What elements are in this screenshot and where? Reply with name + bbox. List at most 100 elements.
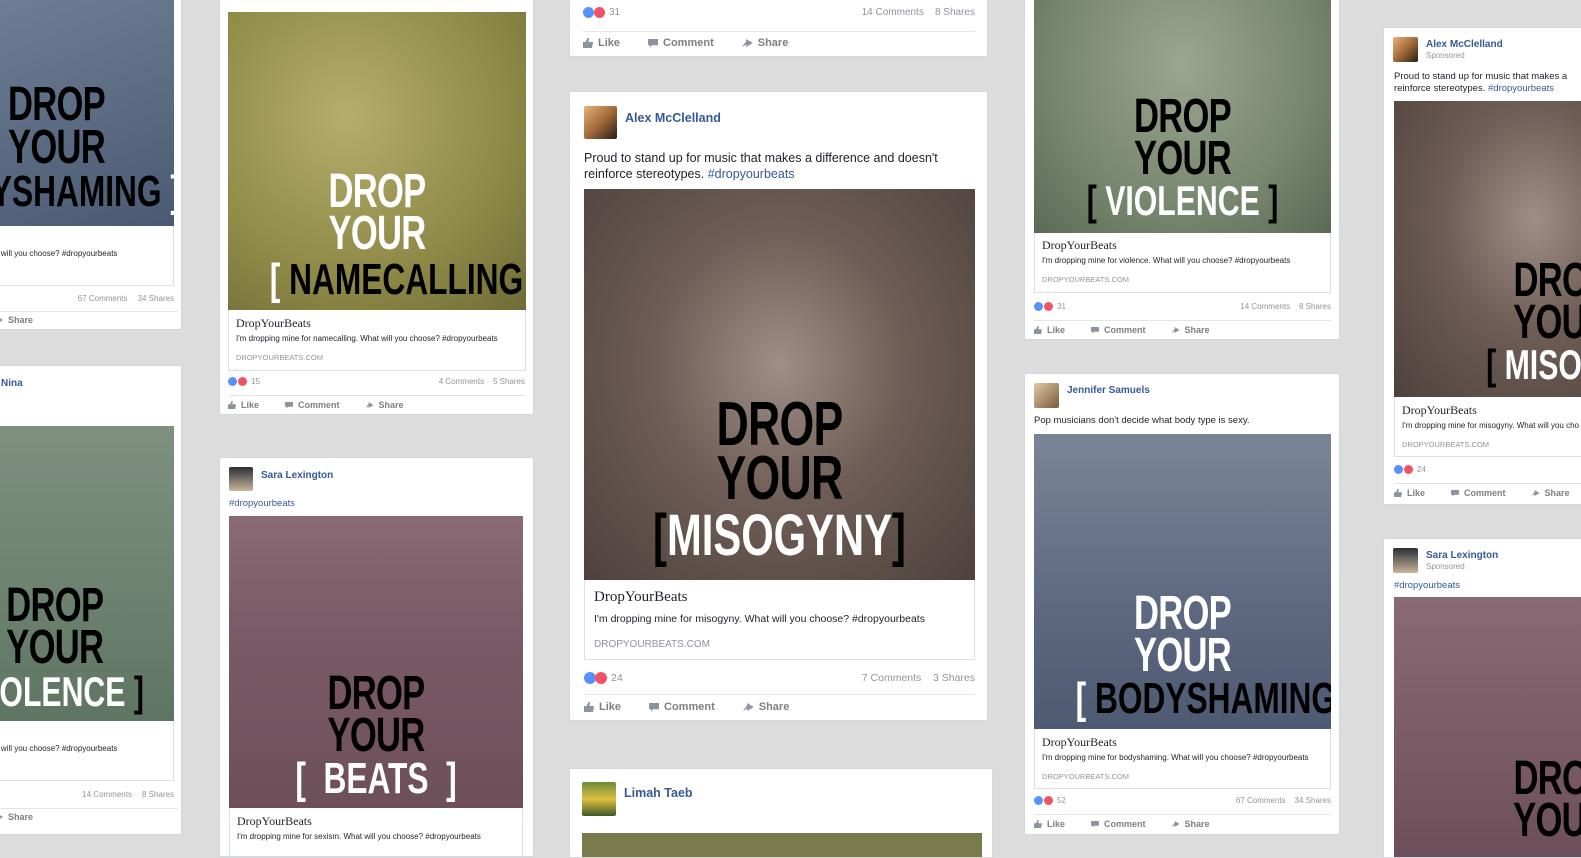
- author-name[interactable]: Nina: [1, 378, 23, 389]
- post-caption: Proud to stand up for music that makes a…: [584, 151, 938, 182]
- avatar[interactable]: [1034, 383, 1059, 408]
- post-image[interactable]: DROP YOUR [ BEATS ]: [229, 516, 523, 808]
- share-button[interactable]: Share: [1531, 488, 1570, 498]
- link-title: DropYourBeats: [594, 589, 688, 605]
- share-icon: [0, 814, 3, 820]
- author-name[interactable]: Sara Lexington: [1426, 550, 1498, 561]
- post-image[interactable]: DRO YOU: [1394, 597, 1581, 857]
- shares-count[interactable]: 34 Shares: [138, 294, 174, 303]
- post-image[interactable]: DROP YOUR [ VIOLENCE ]: [1034, 0, 1331, 233]
- comment-button[interactable]: Comment: [1451, 488, 1506, 498]
- post-image[interactable]: DRO YOU [ MISOGY: [1394, 101, 1581, 397]
- shares-count[interactable]: 8 Shares: [142, 790, 174, 799]
- avatar[interactable]: [1393, 37, 1418, 62]
- like-button[interactable]: Like: [1034, 819, 1065, 829]
- link-preview[interactable]: at will you choose? #dropyourbeats: [0, 721, 174, 781]
- thumbs-up-icon: [228, 401, 236, 409]
- link-preview[interactable]: DropYourBeats I'm dropping mine for name…: [228, 310, 526, 371]
- link-preview[interactable]: DropYourBeats I'm dropping mine for miso…: [1394, 397, 1581, 457]
- link-preview[interactable]: DropYourBeats I'm dropping mine for sexi…: [229, 808, 523, 856]
- comment-button[interactable]: Comment: [648, 37, 714, 49]
- reactions[interactable]: 15: [228, 377, 260, 386]
- comment-button[interactable]: Comment: [285, 400, 340, 410]
- image-word: VIOLENCE: [1105, 177, 1260, 224]
- image-your-text: YOUR: [6, 621, 104, 674]
- share-icon: [742, 703, 754, 711]
- image-bracket-word: [ BODYSHAMING ]: [1076, 674, 1331, 724]
- comments-count[interactable]: 7 Comments: [862, 672, 922, 684]
- post-stats: 24: [1394, 465, 1581, 474]
- share-button[interactable]: Share: [741, 37, 788, 49]
- hashtag-link[interactable]: #dropyourbeats: [1488, 83, 1554, 94]
- link-description: I'm dropping mine for violence. What wil…: [1042, 256, 1291, 265]
- hashtag-link[interactable]: #dropyourbeats: [1394, 580, 1460, 591]
- image-bracket-word: [ BEATS ]: [295, 754, 457, 803]
- author-name[interactable]: Jennifer Samuels: [1067, 385, 1150, 396]
- avatar[interactable]: [229, 467, 253, 491]
- reactions[interactable]: 31: [583, 7, 620, 18]
- shares-count[interactable]: 34 Shares: [1295, 796, 1331, 805]
- comments-count[interactable]: 14 Comments: [82, 790, 132, 799]
- post-image[interactable]: DROP YOUR OLENCE ]: [0, 426, 174, 721]
- post-image[interactable]: DROP YOUR YSHAMING ]: [0, 0, 174, 226]
- share-icon: [1171, 821, 1180, 827]
- share-button[interactable]: Share: [742, 701, 789, 713]
- comments-count[interactable]: 14 Comments: [862, 7, 924, 18]
- avatar[interactable]: [582, 782, 616, 816]
- post-image[interactable]: DROP YOUR [ NAMECALLING ]: [228, 12, 526, 310]
- link-preview[interactable]: DropYourBeats I'm dropping mine for viol…: [1034, 233, 1331, 293]
- link-preview[interactable]: DropYourBeats I'm dropping mine for body…: [1034, 729, 1331, 789]
- share-button[interactable]: Share: [1171, 819, 1210, 829]
- reactions[interactable]: 24: [584, 672, 623, 684]
- post-card-violence-left: Nina DROP YOUR OLENCE ] at will you choo…: [0, 365, 182, 835]
- like-button[interactable]: Like: [583, 37, 620, 49]
- hashtag-link[interactable]: #dropyourbeats: [229, 498, 295, 509]
- shares-count[interactable]: 5 Shares: [493, 377, 525, 386]
- link-description: I'm dropping mine for sexism. What will …: [237, 832, 481, 841]
- post-header: Sara Lexington Sponsored: [1393, 548, 1498, 573]
- comment-button[interactable]: Comment: [649, 701, 715, 713]
- author-name[interactable]: Limah Taeb: [624, 786, 693, 800]
- reactions[interactable]: 24: [1394, 465, 1426, 474]
- post-actions: Like Comment Share: [1034, 814, 1331, 833]
- comments-count[interactable]: 14 Comments: [1240, 302, 1290, 311]
- comment-button[interactable]: Comment: [1091, 819, 1146, 829]
- share-button[interactable]: Share: [0, 315, 33, 325]
- like-button[interactable]: Like: [228, 400, 259, 410]
- love-reaction-icon: [1044, 796, 1053, 805]
- comment-icon: [649, 702, 660, 712]
- shares-count[interactable]: 8 Shares: [1299, 302, 1331, 311]
- comments-count[interactable]: 4 Comments: [439, 377, 484, 386]
- comments-count[interactable]: 67 Comments: [1236, 796, 1286, 805]
- link-title: DropYourBeats: [1042, 238, 1117, 252]
- like-button[interactable]: Like: [1034, 325, 1065, 335]
- share-button[interactable]: Share: [0, 812, 33, 822]
- avatar[interactable]: [1393, 548, 1418, 573]
- post-image[interactable]: DROP YOUR [MISOGYNY]: [584, 189, 975, 580]
- post-actions: Share: [0, 311, 178, 328]
- like-button[interactable]: Like: [584, 701, 621, 713]
- link-preview[interactable]: DropYourBeats I'm dropping mine for miso…: [584, 580, 975, 660]
- post-image[interactable]: [582, 833, 982, 857]
- shares-count[interactable]: 3 Shares: [933, 672, 975, 684]
- link-preview[interactable]: at will you choose? #dropyourbeats: [0, 226, 174, 286]
- author-name[interactable]: Alex McClelland: [625, 111, 721, 125]
- shares-count[interactable]: 8 Shares: [935, 7, 975, 18]
- share-button[interactable]: Share: [365, 400, 404, 410]
- author-name[interactable]: Sara Lexington: [261, 470, 333, 481]
- like-button[interactable]: Like: [1394, 488, 1425, 498]
- comments-count[interactable]: 67 Comments: [78, 294, 128, 303]
- hashtag-link[interactable]: #dropyourbeats: [708, 167, 795, 181]
- post-actions: Like Comment Share: [1394, 483, 1581, 502]
- image-word: MISOGY: [1504, 341, 1581, 388]
- reactions[interactable]: 52: [1034, 796, 1066, 805]
- share-button[interactable]: Share: [1171, 325, 1210, 335]
- post-image[interactable]: DROP YOUR [ BODYSHAMING ]: [1034, 434, 1331, 729]
- avatar[interactable]: [584, 106, 617, 139]
- post-card-bodyshaming-left: DROP YOUR YSHAMING ] at will you choose?…: [0, 0, 182, 330]
- reactions[interactable]: 31: [1034, 302, 1066, 311]
- author-name[interactable]: Alex McClelland: [1426, 39, 1503, 50]
- image-word: NAMECALLING: [289, 255, 524, 304]
- post-card-limah: Limah Taeb: [569, 768, 993, 858]
- comment-button[interactable]: Comment: [1091, 325, 1146, 335]
